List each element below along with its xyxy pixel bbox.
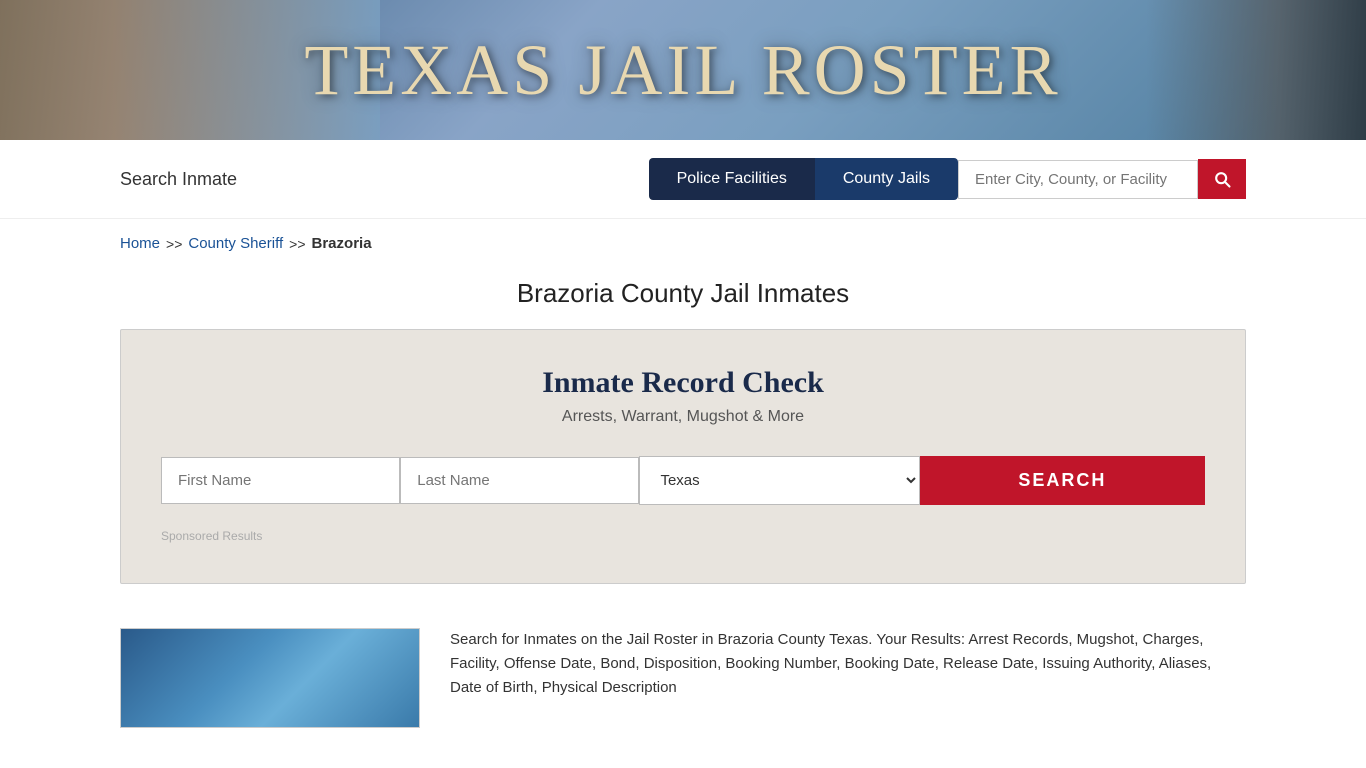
bottom-area: Search for Inmates on the Jail Roster in…: [0, 604, 1366, 752]
breadcrumb-sep2: >>: [289, 236, 305, 252]
record-check-box: Inmate Record Check Arrests, Warrant, Mu…: [120, 329, 1246, 584]
record-check-subtitle: Arrests, Warrant, Mugshot & More: [161, 408, 1205, 426]
search-button[interactable]: SEARCH: [920, 456, 1205, 505]
search-icon: [1212, 169, 1232, 189]
keys-image: [1146, 0, 1366, 140]
sponsored-label: Sponsored Results: [161, 529, 1205, 543]
facility-search-input[interactable]: [958, 160, 1198, 199]
facility-search-button[interactable]: [1198, 159, 1246, 199]
county-jails-button[interactable]: County Jails: [815, 158, 958, 200]
record-check-title: Inmate Record Check: [161, 366, 1205, 400]
header-banner: Texas Jail Roster: [0, 0, 1366, 140]
breadcrumb-home[interactable]: Home: [120, 235, 160, 252]
breadcrumb-current: Brazoria: [312, 235, 372, 252]
site-title: Texas Jail Roster: [304, 29, 1061, 112]
police-facilities-button[interactable]: Police Facilities: [649, 158, 815, 200]
nav-area: Search Inmate Police Facilities County J…: [0, 140, 1366, 219]
first-name-input[interactable]: [161, 457, 400, 504]
facility-image: [120, 628, 420, 728]
search-form: AlabamaAlaskaArizonaArkansasCaliforniaCo…: [161, 456, 1205, 505]
breadcrumb-county-sheriff[interactable]: County Sheriff: [188, 235, 283, 252]
search-inmate-label: Search Inmate: [120, 169, 237, 190]
page-title: Brazoria County Jail Inmates: [0, 268, 1366, 329]
breadcrumb-sep1: >>: [166, 236, 182, 252]
state-select[interactable]: AlabamaAlaskaArizonaArkansasCaliforniaCo…: [639, 456, 919, 505]
last-name-input[interactable]: [400, 457, 639, 504]
nav-right: Police Facilities County Jails: [649, 158, 1246, 200]
description-text: Search for Inmates on the Jail Roster in…: [450, 628, 1246, 728]
breadcrumb: Home >> County Sheriff >> Brazoria: [0, 219, 1366, 268]
